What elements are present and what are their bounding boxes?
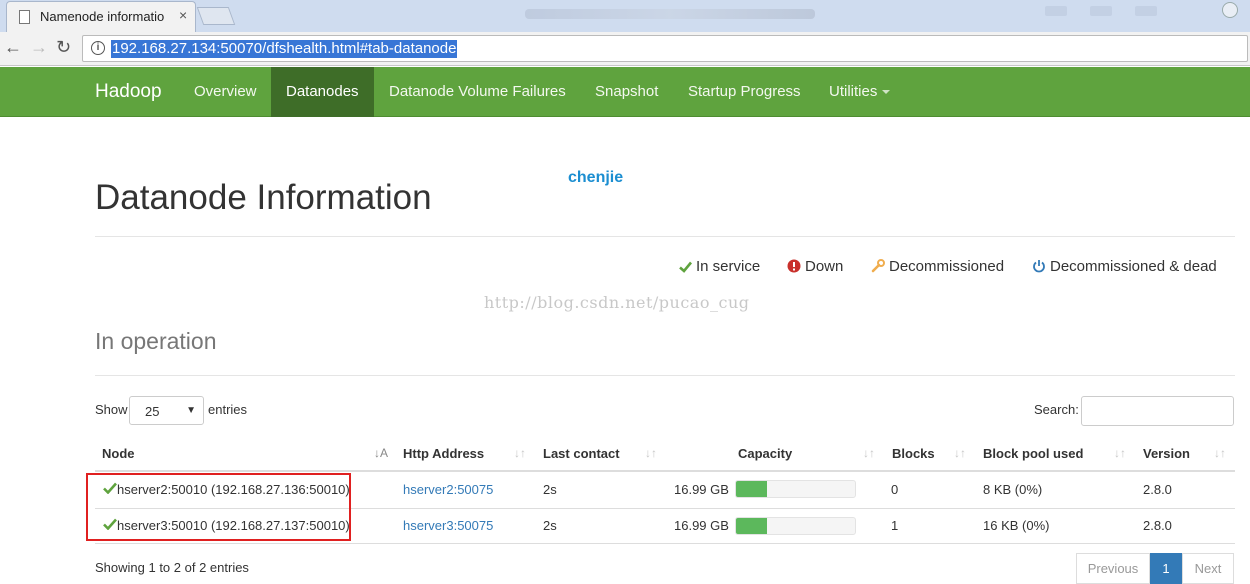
sort-icon[interactable]: ↓↑ bbox=[514, 446, 526, 460]
sort-desc-icon[interactable]: ↓A bbox=[374, 446, 388, 460]
next-button[interactable]: Next bbox=[1182, 553, 1234, 584]
back-icon[interactable]: ← bbox=[4, 37, 22, 58]
http-address-link[interactable]: hserver3:50075 bbox=[403, 518, 493, 533]
previous-button[interactable]: Previous bbox=[1076, 553, 1150, 584]
capacity-value: 16.99 GB bbox=[674, 518, 729, 533]
browser-toolbar: ← → ↻ i 192.168.27.134:50070/dfshealth.h… bbox=[0, 32, 1250, 66]
sort-icon[interactable]: ↓↑ bbox=[863, 446, 875, 460]
user-annotation: chenjie bbox=[568, 169, 624, 186]
sort-icon[interactable]: ↓↑ bbox=[645, 446, 657, 460]
window-close-icon[interactable] bbox=[1135, 6, 1157, 16]
col-header-block-pool-used[interactable]: Block pool used bbox=[983, 446, 1083, 461]
check-icon bbox=[679, 261, 693, 273]
exclamation-circle-icon bbox=[787, 259, 801, 273]
legend-decommissioned: Decommissioned bbox=[871, 258, 1004, 275]
page-length-value: 25 bbox=[145, 404, 160, 419]
hadoop-navbar: Hadoop Overview Datanodes Datanode Volum… bbox=[0, 67, 1250, 117]
blocks-value: 0 bbox=[891, 482, 899, 497]
sort-icon[interactable]: ↓↑ bbox=[954, 446, 966, 460]
last-contact: 2s bbox=[543, 518, 557, 533]
wrench-icon bbox=[871, 259, 885, 273]
block-pool-used: 8 KB (0%) bbox=[983, 482, 1043, 497]
nav-volume-failures[interactable]: Datanode Volume Failures bbox=[374, 67, 581, 117]
block-pool-used: 16 KB (0%) bbox=[983, 518, 1050, 533]
row-divider bbox=[95, 543, 1235, 544]
legend-down: Down bbox=[787, 258, 843, 275]
page-icon bbox=[19, 10, 30, 24]
col-header-version[interactable]: Version bbox=[1143, 446, 1190, 461]
divider bbox=[95, 375, 1235, 376]
reload-icon[interactable]: ↻ bbox=[56, 37, 71, 58]
search-label: Search: bbox=[1034, 402, 1079, 417]
tab-close-icon[interactable]: × bbox=[179, 7, 187, 23]
search-input[interactable] bbox=[1081, 396, 1234, 426]
nav-utilities[interactable]: Utilities bbox=[814, 67, 905, 117]
nav-datanodes[interactable]: Datanodes bbox=[271, 67, 374, 117]
legend-down-label: Down bbox=[805, 258, 844, 275]
chevron-down-icon: ▼ bbox=[186, 405, 196, 416]
nav-startup-progress[interactable]: Startup Progress bbox=[673, 67, 816, 117]
caret-down-icon bbox=[882, 90, 891, 95]
capacity-bar bbox=[735, 517, 856, 535]
browser-tabstrip: Namenode informatio × bbox=[0, 0, 1250, 32]
forward-icon[interactable]: → bbox=[30, 37, 48, 58]
address-bar[interactable]: i 192.168.27.134:50070/dfshealth.html#ta… bbox=[82, 35, 1248, 62]
profile-icon[interactable] bbox=[1222, 2, 1238, 18]
capacity-bar-fill bbox=[736, 518, 767, 534]
legend-decommissioned-label: Decommissioned bbox=[889, 258, 1005, 275]
capacity-value: 16.99 GB bbox=[674, 482, 729, 497]
url-text[interactable]: 192.168.27.134:50070/dfshealth.html#tab-… bbox=[111, 40, 458, 58]
last-contact: 2s bbox=[543, 482, 557, 497]
blocks-value: 1 bbox=[891, 518, 899, 533]
section-title: In operation bbox=[95, 328, 217, 354]
sort-icon[interactable]: ↓↑ bbox=[1214, 446, 1226, 460]
version-value: 2.8.0 bbox=[1143, 518, 1172, 533]
legend-in-service-label: In service bbox=[696, 258, 761, 275]
highlight-annotation-box bbox=[86, 473, 351, 541]
entries-label: entries bbox=[208, 402, 248, 417]
brand-logo[interactable]: Hadoop bbox=[95, 81, 162, 103]
page-length-select[interactable]: 25 ▼ bbox=[129, 396, 204, 425]
table-info: Showing 1 to 2 of 2 entries bbox=[95, 560, 249, 575]
col-header-http-address[interactable]: Http Address bbox=[403, 446, 484, 461]
capacity-bar bbox=[735, 480, 856, 498]
legend-decommissioned-dead-label: Decommissioned & dead bbox=[1050, 258, 1217, 275]
http-address-link[interactable]: hserver2:50075 bbox=[403, 482, 493, 497]
legend-decommissioned-dead: Decommissioned & dead bbox=[1032, 258, 1217, 275]
table-header-border bbox=[95, 470, 1235, 472]
maximize-icon[interactable] bbox=[1090, 6, 1112, 16]
browser-tab[interactable]: Namenode informatio × bbox=[6, 1, 196, 32]
capacity-bar-fill bbox=[736, 481, 767, 497]
page-1-button[interactable]: 1 bbox=[1150, 553, 1182, 584]
divider bbox=[95, 236, 1235, 237]
watermark: http://blog.csdn.net/pucao_cug bbox=[484, 293, 750, 312]
col-header-capacity[interactable]: Capacity bbox=[738, 446, 792, 461]
blurred-window-title bbox=[525, 9, 815, 19]
version-value: 2.8.0 bbox=[1143, 482, 1172, 497]
legend-in-service: In service bbox=[679, 258, 760, 275]
power-off-icon bbox=[1033, 260, 1045, 273]
tab-title: Namenode informatio bbox=[40, 9, 165, 24]
col-header-blocks[interactable]: Blocks bbox=[892, 446, 935, 461]
page-title: Datanode Information bbox=[95, 178, 432, 217]
nav-overview[interactable]: Overview bbox=[179, 67, 272, 117]
col-header-last-contact[interactable]: Last contact bbox=[543, 446, 620, 461]
nav-utilities-label: Utilities bbox=[829, 83, 878, 100]
show-label: Show bbox=[95, 402, 128, 417]
info-icon[interactable]: i bbox=[91, 41, 105, 55]
col-header-node[interactable]: Node bbox=[102, 446, 135, 461]
nav-snapshot[interactable]: Snapshot bbox=[580, 67, 673, 117]
minimize-icon[interactable] bbox=[1045, 6, 1067, 16]
new-tab-button[interactable] bbox=[196, 7, 236, 25]
sort-icon[interactable]: ↓↑ bbox=[1114, 446, 1126, 460]
